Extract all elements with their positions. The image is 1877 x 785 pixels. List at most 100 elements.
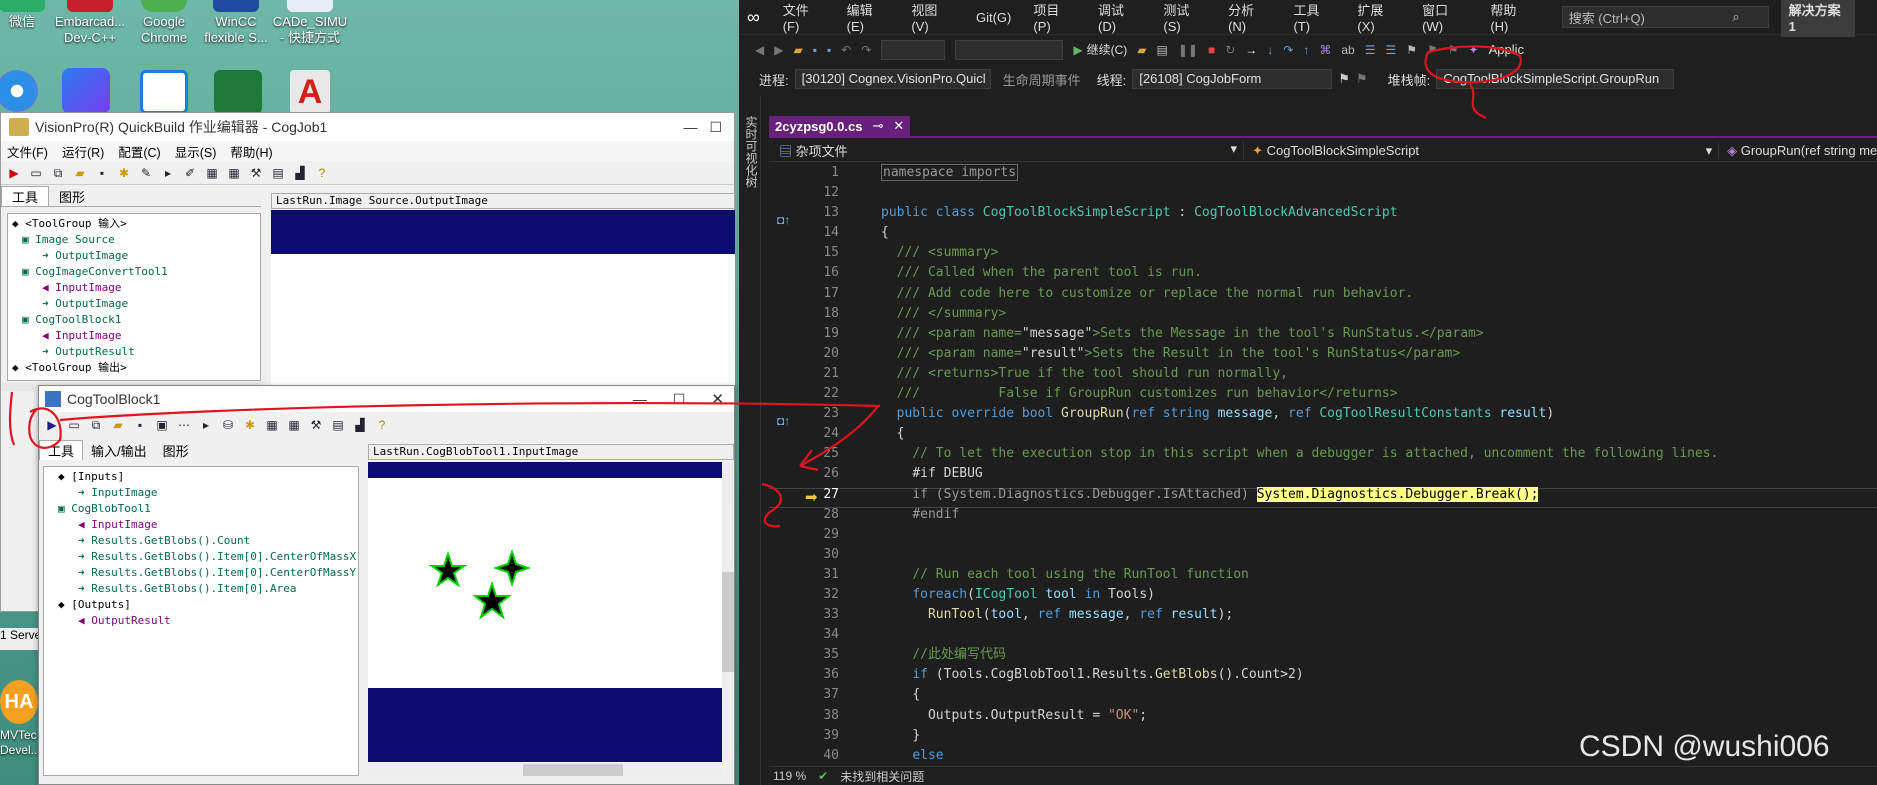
link-icon[interactable]: ▸ <box>199 418 213 432</box>
tab-tools[interactable]: 工具 <box>1 186 50 206</box>
show-next-statement-icon[interactable]: → <box>1245 43 1257 57</box>
grid2-icon[interactable]: ▦ <box>227 166 241 180</box>
tree-node[interactable]: ◀ InputImage <box>48 517 358 533</box>
redo-icon[interactable]: ↷ <box>861 43 871 57</box>
zoom-level[interactable]: 119 % <box>773 769 806 783</box>
help-icon[interactable]: ? <box>375 418 389 432</box>
comment-icon[interactable]: ☰ <box>1365 43 1376 57</box>
thread-dropdown[interactable]: [26108] CogJobForm <box>1132 69 1333 89</box>
code-line[interactable]: 14 { <box>809 223 1877 243</box>
grid-icon[interactable]: ▦ <box>265 418 279 432</box>
chart-icon[interactable]: ▟ <box>293 166 307 180</box>
tab-tools[interactable]: 工具 <box>39 440 84 460</box>
code-line[interactable]: 1 namespace imports <box>809 163 1877 183</box>
settings-icon[interactable]: ✱ <box>243 418 257 432</box>
file-tab[interactable]: 2cyzpsg0.0.cs ⊸ ✕ <box>769 116 911 136</box>
menu-help[interactable]: 帮助(H) <box>1490 0 1533 34</box>
save-icon[interactable]: ▪ <box>95 166 109 180</box>
spell-icon[interactable]: ab <box>1341 43 1354 57</box>
dots-icon[interactable]: ⋯ <box>177 418 191 432</box>
tree-node[interactable]: ◀ OutputResult <box>48 613 358 629</box>
code-line[interactable]: 28 #endif <box>809 505 1877 525</box>
menu-config[interactable]: 配置(C) <box>118 142 160 161</box>
menu-test[interactable]: 测试(S) <box>1163 0 1206 34</box>
image-view-icon[interactable]: ▭ <box>67 418 81 432</box>
desktop-icon-wincc[interactable]: WinCC flexible S... <box>196 0 276 46</box>
lifecycle-events-button[interactable]: 生命周期事件 <box>1003 70 1081 89</box>
code-line[interactable]: 30 <box>809 545 1877 565</box>
tree-node[interactable]: ◆ <ToolGroup 输出> <box>12 360 260 376</box>
hot-reload-icon[interactable]: ▤ <box>1157 43 1168 57</box>
grid-icon[interactable]: ▦ <box>205 166 219 180</box>
tree-node[interactable]: ➜ Results.GetBlobs().Item[0].CenterOfMas… <box>48 549 358 565</box>
pin-icon[interactable]: ⊸ <box>872 118 883 134</box>
step-out-icon[interactable]: ↑ <box>1303 43 1309 57</box>
config-dropdown[interactable] <box>881 39 946 60</box>
code-line[interactable]: 38 Outputs.OutputResult = "OK"; <box>809 706 1877 726</box>
menu-view[interactable]: 显示(S) <box>175 142 217 161</box>
folder-icon[interactable]: ▰ <box>1137 43 1146 57</box>
code-line[interactable]: 27 if (System.Diagnostics.Debugger.IsAtt… <box>809 485 1877 505</box>
bookmark-icon[interactable]: ⚑ <box>1406 43 1417 57</box>
scroll-thumb[interactable] <box>523 764 623 776</box>
code-line[interactable]: 36 if (Tools.CogBlobTool1.Results.GetBlo… <box>809 665 1877 685</box>
tools-icon[interactable]: ⚒ <box>309 418 323 432</box>
code-line[interactable]: 37 { <box>809 685 1877 705</box>
chart-icon[interactable]: ▟ <box>353 418 367 432</box>
stack-frame-dropdown[interactable]: CogToolBlockSimpleScript.GroupRun <box>1436 69 1675 89</box>
code-line[interactable]: 18 /// </summary> <box>809 304 1877 324</box>
bookmark-prev-icon[interactable]: ⚑ <box>1427 43 1438 57</box>
image-vscrollbar[interactable] <box>722 462 734 762</box>
pen-icon[interactable]: ✎ <box>139 166 153 180</box>
folder-icon[interactable]: ▰ <box>73 166 87 180</box>
code-line[interactable]: 24 { <box>809 424 1877 444</box>
copy-icon[interactable]: ⧉ <box>51 166 65 180</box>
type-scope-dropdown[interactable]: ✦ CogToolBlockSimpleScript ▾ <box>1244 142 1720 159</box>
folder-icon[interactable]: ▰ <box>111 418 125 432</box>
solution-name[interactable]: 解决方案1 <box>1780 0 1855 37</box>
tree-node[interactable]: ➜ InputImage <box>48 485 358 501</box>
tab-graphics[interactable]: 图形 <box>49 187 95 206</box>
undo-icon[interactable]: ↶ <box>841 43 851 57</box>
edit-icon[interactable]: ✐ <box>183 166 197 180</box>
issues-status[interactable]: 未找到相关问题 <box>840 768 924 785</box>
help-icon[interactable]: ? <box>315 166 329 180</box>
member-scope-dropdown[interactable]: ◈ GroupRun(ref string me <box>1719 143 1877 159</box>
save-icon[interactable]: ▪ <box>133 418 147 432</box>
excel-icon[interactable] <box>214 70 262 114</box>
code-line[interactable]: 15 /// <summary> <box>809 243 1877 263</box>
tools-icon[interactable]: ⚒ <box>249 166 263 180</box>
maximize-button[interactable]: ☐ <box>673 391 686 408</box>
run-icon[interactable]: ▶ <box>45 418 59 432</box>
database-icon[interactable]: ⛁ <box>221 418 235 432</box>
pause-icon[interactable]: ❚❚ <box>1178 43 1198 57</box>
menu-file[interactable]: 文件(F) <box>7 142 48 161</box>
desktop-icon-chrome[interactable]: Google Chrome <box>124 0 204 46</box>
tab-graphics[interactable]: 图形 <box>155 441 197 460</box>
back-icon[interactable]: ◀ <box>755 43 764 57</box>
scroll-thumb[interactable] <box>722 572 734 672</box>
code-line[interactable]: 29 <box>809 525 1877 545</box>
bulb-icon[interactable]: ✦ <box>1469 43 1479 57</box>
code-line[interactable]: 31 // Run each tool using the RunTool fu… <box>809 565 1877 585</box>
menu-project[interactable]: 项目(P) <box>1033 0 1076 34</box>
link-icon[interactable]: ▸ <box>161 166 175 180</box>
image-hscrollbar[interactable] <box>368 764 722 776</box>
acrobat-icon[interactable]: A <box>290 70 330 114</box>
open-folder-icon[interactable]: ▰ <box>793 43 802 57</box>
continue-icon[interactable]: ▶ <box>1073 43 1082 57</box>
stop-icon[interactable]: ■ <box>1208 43 1215 57</box>
menu-help[interactable]: 帮助(H) <box>230 142 272 161</box>
minimize-button[interactable]: — <box>683 119 697 135</box>
desktop-icon-devcpp[interactable]: Embarcad... Dev-C++ <box>50 0 130 46</box>
tree-node[interactable]: ➜ Results.GetBlobs().Item[0].Area <box>48 581 358 597</box>
save-all-icon[interactable]: ▪ <box>827 43 831 57</box>
code-line[interactable]: 16 /// Called when the parent tool is ru… <box>809 263 1877 283</box>
maximize-button[interactable]: ☐ <box>709 119 722 136</box>
step-into-icon[interactable]: ↓ <box>1267 43 1273 57</box>
app-icon-blue[interactable] <box>0 70 38 112</box>
code-line[interactable]: 23 public override bool GroupRun(ref str… <box>809 404 1877 424</box>
tree-node[interactable]: ◆ [Outputs] <box>48 597 358 613</box>
code-line[interactable]: 33 RunTool(tool, ref message, ref result… <box>809 605 1877 625</box>
continue-button[interactable]: 继续(C) <box>1087 41 1128 58</box>
